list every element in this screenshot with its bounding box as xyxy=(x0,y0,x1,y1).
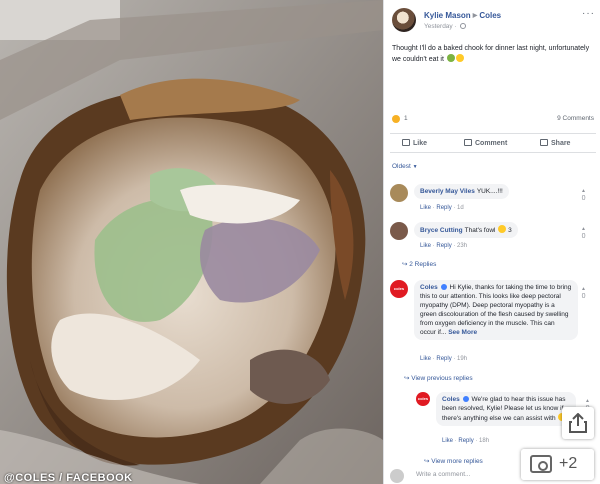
arrow-right-icon: ▶ xyxy=(472,13,478,19)
commenter-avatar[interactable] xyxy=(390,222,408,240)
comment-vote[interactable]: ▲0 xyxy=(581,188,586,202)
post-body-text: Thought I'll do a baked chook for dinner… xyxy=(392,45,590,63)
comment-time[interactable]: 18h xyxy=(479,438,489,444)
comment-text: We're glad to hear this issue has been r… xyxy=(442,396,566,422)
view-more-replies-link[interactable]: ↪ View more replies xyxy=(424,457,483,465)
post-body: Thought I'll do a baked chook for dinner… xyxy=(392,44,592,65)
comment-like-link[interactable]: Like xyxy=(420,205,431,211)
comment-icon xyxy=(464,139,472,146)
commenter-name[interactable]: Coles xyxy=(442,396,460,403)
comment-button[interactable]: Comment xyxy=(464,139,507,147)
laughing-emoji-icon xyxy=(498,225,507,233)
globe-icon xyxy=(460,23,467,29)
post-time[interactable]: Yesterday xyxy=(424,23,453,30)
write-comment-input[interactable]: Write a comment... xyxy=(416,471,470,478)
thumbs-up-icon xyxy=(402,139,410,146)
gallery-count: +2 xyxy=(559,455,578,472)
post-actions: Like Comment Share xyxy=(390,133,596,153)
comment-bubble: Coles We're glad to hear this issue has … xyxy=(436,392,576,426)
weary-face-emoji-icon xyxy=(455,54,464,62)
share-icon xyxy=(569,413,587,433)
comment-vote[interactable]: ▲0 xyxy=(581,286,586,300)
like-button[interactable]: Like xyxy=(402,139,427,147)
photo-credit: @COLES / FACEBOOK xyxy=(4,472,133,484)
comment-meta: Like · Reply · 23h xyxy=(420,243,468,249)
roast-chicken-image xyxy=(0,0,383,484)
comment-time[interactable]: 19h xyxy=(457,356,467,362)
comment-meta: Like · Reply · 19h xyxy=(420,356,468,362)
vote-up-icon: ▲ xyxy=(585,398,590,404)
reactions-bar: 1 9 Comments xyxy=(392,114,594,126)
comment-text: That's fowl xyxy=(464,227,496,234)
comment-count[interactable]: 9 Comments xyxy=(557,115,594,122)
comment-like-link[interactable]: Like xyxy=(420,243,431,249)
commenter-name[interactable]: Bryce Cutting xyxy=(420,227,463,234)
comment-like-link[interactable]: Like xyxy=(442,438,453,444)
coles-avatar[interactable]: coles xyxy=(416,392,430,406)
comment-item: Bryce Cutting That's fowl 3 Like · Reply … xyxy=(390,222,590,270)
viewer-avatar xyxy=(390,469,404,483)
share-post-button[interactable]: Share xyxy=(540,139,570,147)
commenter-name[interactable]: Coles xyxy=(420,284,438,291)
author-name[interactable]: Kylie Mason xyxy=(424,11,471,20)
author-line: Kylie Mason ▶ Coles xyxy=(424,11,501,20)
vote-up-icon: ▲ xyxy=(581,286,586,292)
post-timestamp: Yesterday · xyxy=(424,23,467,30)
comment-item: Beverly May Viles YUK....!!! Like · Reply… xyxy=(390,184,590,216)
comment-bubble: Bryce Cutting That's fowl 3 xyxy=(414,222,518,238)
more-options-icon[interactable]: ··· xyxy=(582,8,595,19)
chevron-down-icon: ▼ xyxy=(412,164,418,170)
comment-bubble: Beverly May Viles YUK....!!! xyxy=(414,184,509,199)
post-header: Kylie Mason ▶ Coles Yesterday · ··· xyxy=(392,8,597,36)
comment-reply-link[interactable]: Reply xyxy=(436,243,451,249)
camera-icon xyxy=(530,455,552,473)
comment-time[interactable]: 23h xyxy=(457,243,467,249)
comment-reply-link[interactable]: Reply xyxy=(436,356,451,362)
gallery-button[interactable]: +2 xyxy=(521,449,594,480)
comment-vote[interactable]: ▲0 xyxy=(581,226,586,240)
vote-up-icon: ▲ xyxy=(581,188,586,194)
commenter-avatar[interactable] xyxy=(390,184,408,202)
nauseated-face-emoji-icon xyxy=(446,54,455,62)
verified-badge-icon xyxy=(440,284,447,290)
comment-meta: Like · Reply · 1d xyxy=(420,205,464,211)
vote-up-icon: ▲ xyxy=(581,226,586,232)
comment-meta: Like · Reply · 18h xyxy=(442,438,490,444)
see-more-link[interactable]: See More xyxy=(448,329,477,336)
commenter-name[interactable]: Beverly May Viles xyxy=(420,188,475,195)
reaction-count[interactable]: 1 xyxy=(404,115,408,122)
coles-avatar[interactable]: coles xyxy=(390,280,408,298)
comment-text: Hi Kylie, thanks for taking the time to … xyxy=(420,284,572,336)
comment-reply-link[interactable]: Reply xyxy=(436,205,451,211)
view-replies-link[interactable]: ↪ 2 Replies xyxy=(402,260,436,268)
view-previous-replies-link[interactable]: ↪ View previous replies xyxy=(404,374,473,382)
comment-item: coles Coles Hi Kylie, thanks for taking … xyxy=(390,280,590,382)
comment-like-link[interactable]: Like xyxy=(420,356,431,362)
share-button[interactable] xyxy=(562,407,594,439)
comment-time[interactable]: 1d xyxy=(457,205,464,211)
share-arrow-icon xyxy=(540,139,548,146)
comment-text: YUK....!!! xyxy=(476,188,503,195)
post-photo[interactable]: @COLES / FACEBOOK xyxy=(0,0,383,484)
wow-reaction-icon[interactable] xyxy=(392,115,400,123)
comment-reply-link[interactable]: Reply xyxy=(458,438,473,444)
comment-bubble: Coles Hi Kylie, thanks for taking the ti… xyxy=(414,280,578,340)
comment-reaction-count[interactable]: 3 xyxy=(508,227,512,234)
verified-badge-icon xyxy=(462,396,469,402)
author-avatar[interactable] xyxy=(392,8,416,32)
post-target-page[interactable]: Coles xyxy=(479,11,501,20)
comment-sort-dropdown[interactable]: Oldest ▼ xyxy=(392,163,418,170)
